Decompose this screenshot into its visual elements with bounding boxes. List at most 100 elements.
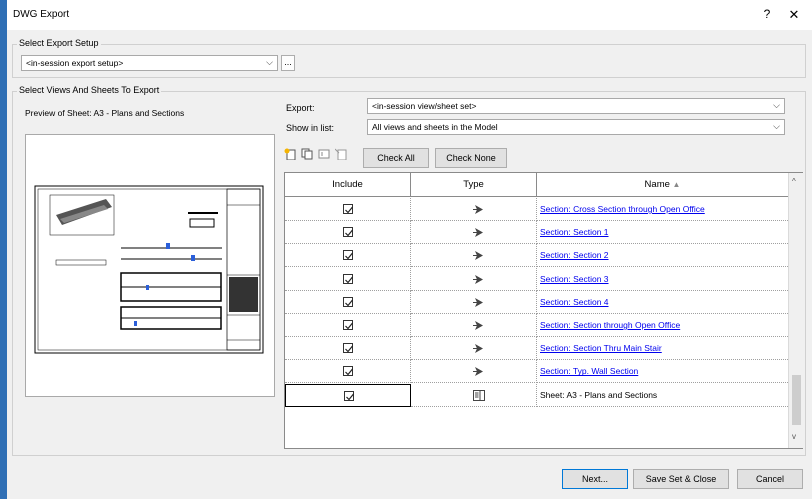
view-name: Sheet: A3 - Plans and Sections	[540, 389, 658, 400]
name-cell: Section: Section 3	[537, 268, 788, 291]
name-cell: Section: Section Thru Main Stair	[537, 337, 788, 361]
section-view-icon	[473, 274, 484, 287]
close-button[interactable]: ✕	[786, 7, 802, 23]
type-cell	[411, 314, 537, 337]
view-name-link[interactable]: Section: Section Thru Main Stair	[540, 343, 662, 353]
view-name-link[interactable]: Section: Section 2	[540, 250, 609, 260]
section-view-icon	[473, 320, 484, 333]
include-cell[interactable]	[285, 360, 411, 384]
view-name-link[interactable]: Section: Section through Open Office	[540, 320, 680, 330]
sheet-preview	[25, 134, 275, 397]
export-setup-value: <in-session export setup>	[26, 58, 124, 68]
export-setup-label: Select Export Setup	[17, 38, 101, 48]
include-checkbox[interactable]	[344, 390, 354, 401]
sort-ascending-icon: ▲	[672, 180, 681, 189]
chevron-down-icon: ⌵	[266, 57, 273, 67]
header-include[interactable]: Include	[285, 173, 411, 197]
table-row[interactable]: Section: Section 3	[285, 267, 788, 291]
chevron-down-icon: ⌵	[773, 100, 780, 110]
new-set-icon[interactable]	[284, 148, 296, 160]
include-cell[interactable]	[285, 221, 411, 245]
type-cell	[411, 221, 537, 245]
view-name-link[interactable]: Section: Section 3	[540, 274, 609, 284]
header-name[interactable]: Name ▲	[537, 173, 788, 197]
dwg-export-dialog: DWG Export ? ✕ Select Export Setup <in-s…	[7, 0, 812, 499]
export-set-dropdown[interactable]: <in-session view/sheet set> ⌵	[367, 98, 785, 114]
type-cell	[411, 383, 537, 407]
name-cell: Section: Section 2	[537, 244, 788, 268]
title-bar: DWG Export ? ✕	[7, 0, 812, 30]
include-cell[interactable]	[285, 290, 411, 314]
scroll-thumb[interactable]	[792, 375, 801, 425]
include-checkbox[interactable]	[343, 250, 353, 261]
table-row[interactable]: Section: Section 4	[285, 290, 788, 314]
section-view-icon	[473, 366, 484, 379]
help-button[interactable]: ?	[759, 7, 775, 23]
view-name-link[interactable]: Section: Section 4	[540, 297, 609, 307]
section-view-icon	[473, 297, 484, 310]
show-in-list-dropdown[interactable]: All views and sheets in the Model ⌵	[367, 119, 785, 135]
section-view-icon	[473, 227, 484, 240]
chevron-down-icon: ⌵	[773, 121, 780, 131]
include-checkbox[interactable]	[343, 204, 353, 214]
show-in-list-value: All views and sheets in the Model	[372, 122, 498, 132]
next-button[interactable]: Next...	[562, 469, 628, 489]
preview-label: Preview of Sheet: A3 - Plans and Section…	[25, 108, 185, 118]
include-cell[interactable]	[285, 198, 411, 221]
table-row[interactable]: Sheet: A3 - Plans and Sections	[285, 383, 788, 407]
include-checkbox[interactable]	[343, 343, 353, 354]
sheet-preview-drawing	[34, 185, 264, 354]
view-name-link[interactable]: Section: Section 1	[540, 227, 609, 237]
section-view-icon	[473, 204, 484, 217]
table-row[interactable]: Section: Section through Open Office	[285, 314, 788, 337]
type-cell	[411, 244, 537, 268]
duplicate-set-icon[interactable]	[301, 148, 313, 160]
name-cell: Section: Section through Open Office	[537, 314, 788, 337]
include-checkbox[interactable]	[343, 366, 353, 377]
include-checkbox[interactable]	[343, 320, 353, 330]
table-row[interactable]: Section: Section Thru Main Stair	[285, 337, 788, 361]
section-view-icon	[473, 343, 484, 356]
table-row[interactable]: Section: Typ. Wall Section	[285, 360, 788, 384]
include-cell[interactable]	[285, 267, 411, 291]
header-name-label: Name	[644, 179, 670, 190]
table-row[interactable]: Section: Cross Section through Open Offi…	[285, 198, 788, 221]
include-cell[interactable]	[285, 337, 411, 361]
table-row[interactable]: Section: Section 2	[285, 244, 788, 268]
more-setup-button[interactable]: ...	[281, 55, 295, 71]
view-name-link[interactable]: Section: Cross Section through Open Offi…	[540, 204, 705, 214]
dialog-title: DWG Export	[13, 9, 70, 20]
header-type[interactable]: Type	[411, 173, 537, 197]
scroll-down-icon[interactable]: v	[792, 432, 796, 441]
views-sheets-label: Select Views And Sheets To Export	[17, 85, 162, 95]
view-name-link[interactable]: Section: Typ. Wall Section	[540, 366, 638, 376]
name-cell: Sheet: A3 - Plans and Sections	[537, 384, 788, 407]
include-cell[interactable]	[285, 383, 411, 407]
section-view-icon	[473, 250, 484, 263]
cancel-button[interactable]: Cancel	[737, 469, 803, 489]
export-setup-dropdown[interactable]: <in-session export setup> ⌵	[21, 55, 278, 71]
check-all-button[interactable]: Check All	[363, 148, 429, 168]
type-cell	[411, 337, 537, 361]
export-set-value: <in-session view/sheet set>	[372, 101, 477, 111]
vertical-scrollbar[interactable]: ^ v	[788, 173, 803, 448]
include-cell[interactable]	[285, 244, 411, 268]
type-cell	[411, 198, 537, 221]
sheet-icon	[473, 389, 485, 403]
table-row[interactable]: Section: Section 1	[285, 221, 788, 245]
delete-set-icon[interactable]	[335, 148, 347, 160]
views-table: Include Type Name ▲ Section: Cross Secti…	[284, 172, 803, 449]
scroll-up-icon[interactable]: ^	[792, 177, 796, 186]
type-cell	[411, 290, 537, 314]
include-checkbox[interactable]	[343, 296, 353, 307]
name-cell: Section: Cross Section through Open Offi…	[537, 198, 788, 221]
include-cell[interactable]	[285, 314, 411, 337]
save-set-close-button[interactable]: Save Set & Close	[633, 469, 729, 489]
name-cell: Section: Section 1	[537, 221, 788, 245]
export-label: Export:	[286, 103, 315, 113]
type-cell	[411, 360, 537, 384]
include-checkbox[interactable]	[343, 227, 353, 238]
include-checkbox[interactable]	[343, 273, 353, 284]
rename-set-icon[interactable]	[318, 148, 330, 160]
check-none-button[interactable]: Check None	[435, 148, 507, 168]
